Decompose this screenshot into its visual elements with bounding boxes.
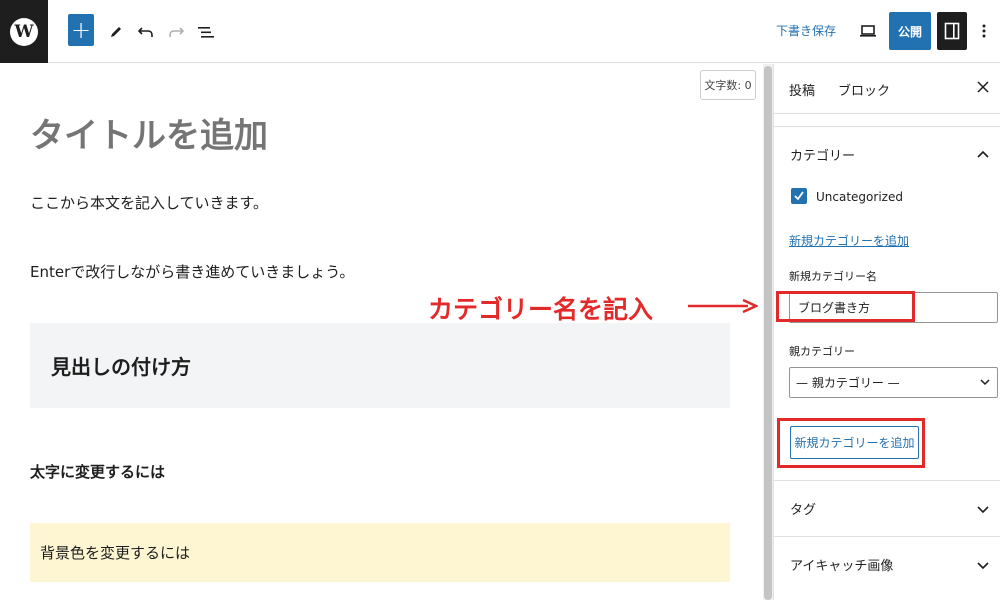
bold-paragraph-block[interactable]: 太字に変更するには [30, 461, 165, 482]
add-new-category-link[interactable]: 新規カテゴリーを追加 [789, 232, 909, 249]
laptop-icon [860, 25, 876, 37]
settings-toggle-button[interactable] [937, 12, 967, 50]
parent-category-select[interactable]: — 親カテゴリー — [789, 367, 998, 398]
more-vertical-icon [982, 24, 986, 38]
close-sidebar-button[interactable] [974, 78, 992, 96]
add-block-button[interactable]: + [68, 14, 94, 46]
highlight-box [776, 291, 915, 322]
logo-letter: W [14, 21, 34, 42]
wordpress-logo-icon: W [10, 17, 38, 46]
paragraph-block[interactable]: ここから本文を記入していきます。 [30, 192, 268, 213]
sidebar-tabs: 投稿 ブロック [774, 64, 1000, 114]
post-title-input[interactable]: タイトルを追加 [30, 108, 268, 157]
checkmark-icon [794, 191, 804, 201]
new-category-name-label: 新規カテゴリー名 [789, 270, 877, 283]
category-label: Uncategorized [816, 190, 903, 204]
parent-category-label: 親カテゴリー [789, 345, 855, 358]
word-count-badge: 文字数: 0 [700, 70, 756, 100]
close-icon [977, 81, 989, 93]
settings-sidebar: 投稿 ブロック カテゴリー Uncategorized 新規カテゴリーを追加 新… [773, 64, 1000, 600]
chevron-down-icon [980, 379, 990, 386]
chevron-down-icon [977, 506, 989, 514]
save-draft-button[interactable]: 下書き保存 [776, 22, 836, 39]
pencil-icon [111, 27, 121, 37]
document-overview-button[interactable] [192, 16, 220, 48]
tab-post[interactable]: 投稿 [789, 80, 815, 99]
tab-block[interactable]: ブロック [838, 80, 890, 99]
featured-image-panel-title: アイキャッチ画像 [790, 559, 894, 574]
heading-block[interactable]: 見出しの付け方 [30, 323, 730, 408]
redo-button[interactable] [162, 16, 190, 48]
chevron-down-icon [977, 562, 989, 570]
tag-panel-toggle[interactable]: タグ [774, 480, 1000, 536]
preview-button[interactable] [855, 17, 881, 45]
redo-icon [169, 27, 185, 37]
tag-panel-title: タグ [790, 503, 817, 518]
chevron-up-icon [977, 150, 989, 158]
sidebar-icon [944, 22, 960, 40]
arrow-right-icon [688, 298, 758, 314]
wordpress-logo[interactable]: W [0, 0, 48, 63]
parent-category-value: — 親カテゴリー — [796, 376, 900, 390]
list-view-icon [198, 27, 214, 38]
editor-scrollbar-thumb[interactable] [764, 66, 772, 600]
category-panel-title: カテゴリー [790, 149, 856, 164]
heading-text: 見出しの付け方 [51, 355, 191, 379]
annotation-text: カテゴリー名を記入 [428, 295, 654, 324]
category-panel-toggle[interactable]: カテゴリー [774, 126, 1000, 182]
editor-toolbar: W + 下書き保存 公開 [0, 0, 1000, 63]
paragraph-block[interactable]: Enterで改行しながら書き進めていきましょう。 [30, 261, 354, 282]
edit-tools-button[interactable] [102, 16, 130, 48]
undo-button[interactable] [132, 16, 160, 48]
featured-image-panel-toggle[interactable]: アイキャッチ画像 [774, 536, 1000, 592]
category-checkbox[interactable] [791, 188, 807, 204]
publish-button[interactable]: 公開 [889, 12, 931, 50]
highlighted-paragraph-block[interactable]: 背景色を変更するには [30, 523, 730, 582]
highlight-box [777, 418, 925, 468]
options-button[interactable] [975, 16, 993, 46]
undo-icon [137, 27, 153, 37]
